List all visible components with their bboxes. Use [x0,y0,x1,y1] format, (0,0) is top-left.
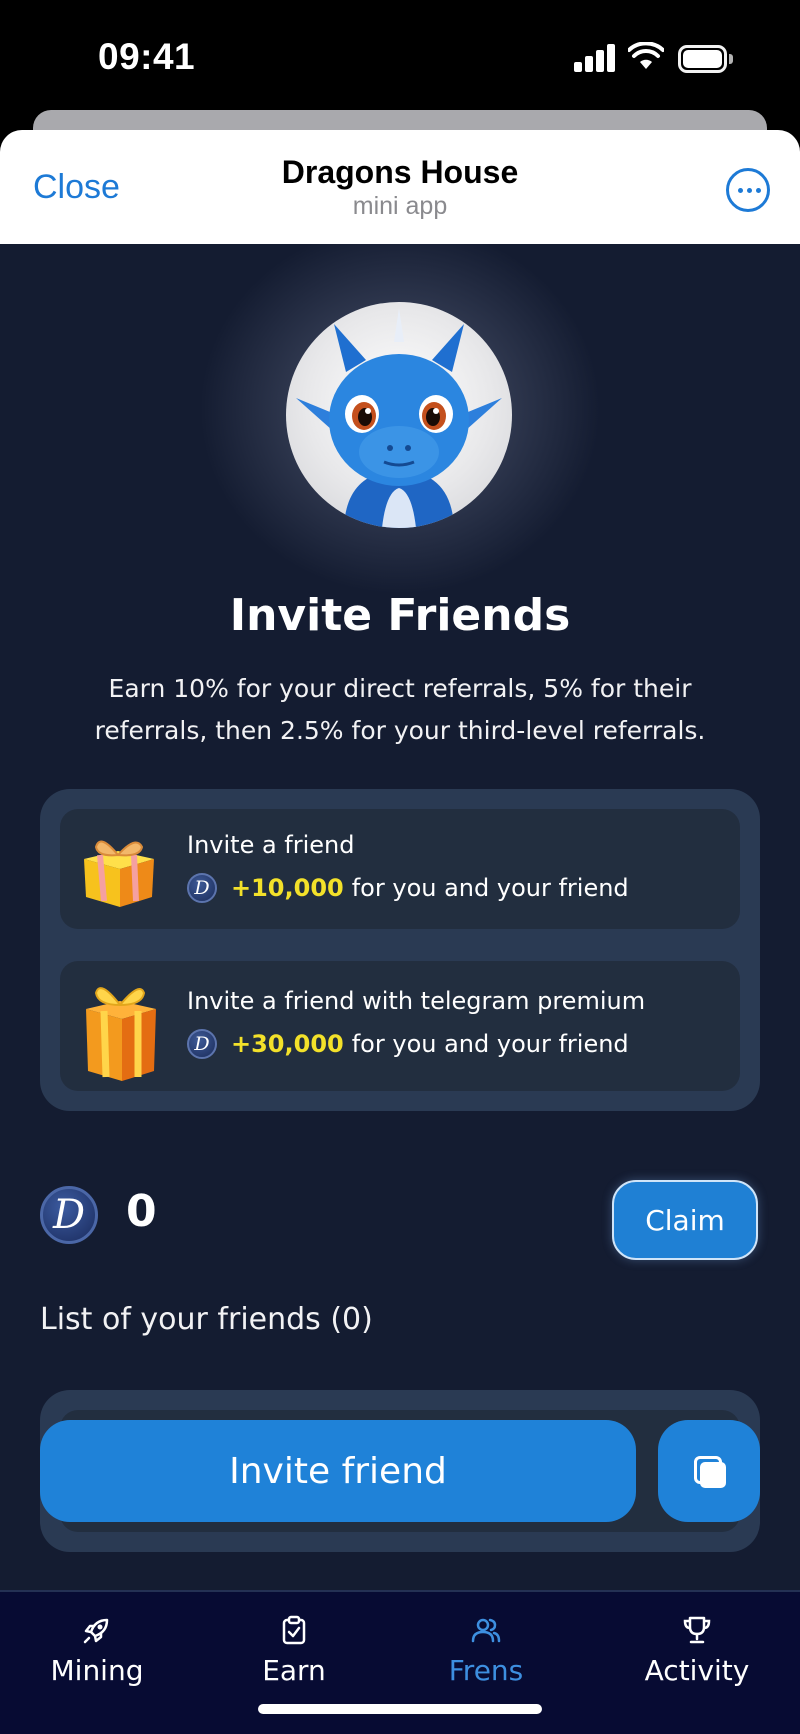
main-content: Invite Friends Earn 10% for your direct … [0,244,800,1590]
reward-suffix: for you and your friend [351,1030,629,1058]
reward-amount: +10,000 [231,874,344,902]
friends-list-label: List of your friends (0) [40,1302,373,1337]
status-bar: 09:41 [0,0,800,118]
trophy-icon [683,1616,711,1644]
gift-icon [84,840,154,907]
wifi-icon [628,42,664,69]
nav-item-earn[interactable]: Earn [244,1592,344,1712]
home-indicator [258,1704,542,1714]
gift-premium-icon [86,987,156,1081]
reward-amount-line: D +10,000 for you and your friend [187,873,629,903]
reward-title: Invite a friend [187,831,355,859]
clipboard-check-icon [282,1615,306,1645]
cellular-signal-icon [574,44,616,72]
invite-friend-button[interactable]: Invite friend [40,1420,636,1522]
rewards-panel: Invite a friend D +10,000 for you and yo… [40,789,760,1111]
nav-label: Mining [50,1654,144,1687]
more-options-button[interactable] [726,168,770,212]
reward-card-invite-friend: Invite a friend D +10,000 for you and yo… [60,809,740,929]
reward-card-premium: Invite a friend with telegram premium D … [60,961,740,1091]
nav-item-frens[interactable]: Frens [436,1592,536,1712]
rocket-icon [83,1618,109,1644]
users-icon [471,1618,501,1643]
nav-item-activity[interactable]: Activity [640,1592,754,1712]
claim-button[interactable]: Claim [612,1180,758,1260]
balance-value: 0 [126,1186,157,1237]
reward-amount: +30,000 [231,1030,344,1058]
dragon-coin-icon: D [187,1029,217,1059]
battery-icon [678,45,733,73]
dragon-avatar [286,302,512,528]
nav-label: Earn [262,1654,326,1687]
status-time: 09:41 [98,36,196,77]
dragon-coin-icon: D [187,873,217,903]
reward-suffix: for you and your friend [351,874,629,902]
balance-coin-icon: D [40,1186,98,1244]
nav-label: Activity [644,1654,750,1687]
app-title: Dragons House [281,154,519,190]
app-subtitle: mini app [352,192,448,220]
nav-label: Frens [448,1654,524,1687]
invite-heading: Invite Friends [229,590,571,641]
reward-amount-line: D +30,000 for you and your friend [187,1029,629,1059]
invite-description: Earn 10% for your direct referrals, 5% f… [94,674,706,745]
nav-item-mining[interactable]: Mining [40,1592,154,1712]
mini-app-header: Close Dragons House mini app [0,130,800,244]
reward-title: Invite a friend with telegram premium [187,987,646,1015]
dragon-icon [296,308,502,528]
copy-link-button[interactable] [658,1420,760,1522]
